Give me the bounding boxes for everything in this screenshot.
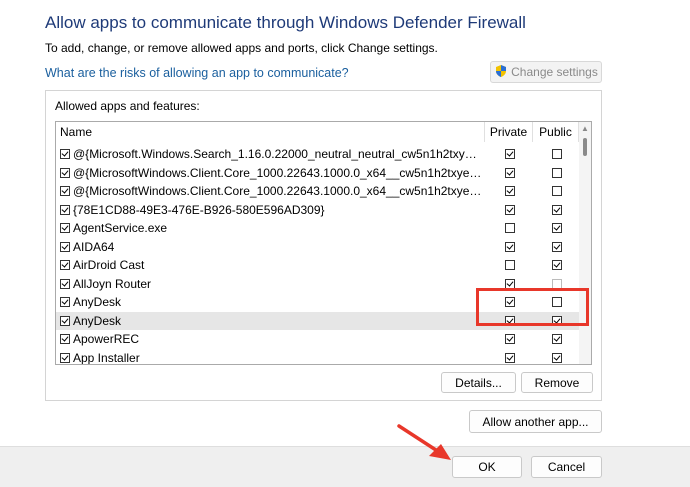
allowed-apps-list[interactable]: Name Private Public @{Microsoft.Windows.… bbox=[55, 121, 592, 365]
table-row[interactable]: @{Microsoft.Windows.Search_1.16.0.22000_… bbox=[56, 145, 579, 164]
private-checkbox[interactable] bbox=[505, 278, 515, 289]
table-row[interactable]: App Installer bbox=[56, 349, 579, 365]
table-row[interactable]: ApowerREC bbox=[56, 330, 579, 349]
enable-checkbox[interactable] bbox=[60, 297, 70, 307]
private-checkbox[interactable] bbox=[505, 260, 515, 270]
list-scrollbar[interactable] bbox=[579, 122, 591, 364]
remove-button[interactable]: Remove bbox=[521, 372, 593, 393]
anydesk-highlight-box bbox=[476, 288, 589, 326]
risks-link[interactable]: What are the risks of allowing an app to… bbox=[45, 66, 349, 80]
app-name: AllJoyn Router bbox=[73, 276, 152, 291]
private-checkbox[interactable] bbox=[505, 352, 515, 363]
app-name: AIDA64 bbox=[73, 239, 115, 254]
table-row[interactable]: AirDroid Cast bbox=[56, 256, 579, 275]
enable-checkbox[interactable] bbox=[60, 149, 70, 159]
app-name: App Installer bbox=[73, 350, 140, 365]
enable-checkbox[interactable] bbox=[60, 186, 70, 196]
enable-checkbox[interactable] bbox=[60, 315, 70, 326]
table-row[interactable]: AgentService.exe bbox=[56, 219, 579, 238]
enable-checkbox[interactable] bbox=[60, 278, 70, 289]
enable-checkbox[interactable] bbox=[60, 260, 70, 270]
enable-checkbox[interactable] bbox=[60, 352, 70, 363]
app-name: AnyDesk bbox=[73, 295, 122, 309]
ok-button[interactable]: OK bbox=[452, 456, 522, 478]
public-checkbox[interactable] bbox=[552, 186, 562, 196]
public-checkbox[interactable] bbox=[552, 204, 562, 215]
scroll-up-icon[interactable]: ▲ bbox=[580, 124, 590, 134]
app-name: AgentService.exe bbox=[73, 221, 168, 235]
enable-checkbox[interactable] bbox=[60, 334, 70, 344]
public-checkbox[interactable] bbox=[552, 334, 562, 344]
enable-checkbox[interactable] bbox=[60, 241, 70, 252]
table-row[interactable]: @{MicrosoftWindows.Client.Core_1000.2264… bbox=[56, 182, 579, 201]
enable-checkbox[interactable] bbox=[60, 204, 70, 215]
change-settings-button[interactable]: Change settings bbox=[490, 61, 602, 83]
uac-shield-icon bbox=[494, 64, 508, 81]
private-checkbox[interactable] bbox=[505, 223, 515, 233]
private-checkbox[interactable] bbox=[505, 204, 515, 215]
app-name: @{MicrosoftWindows.Client.Core_1000.2264… bbox=[73, 165, 483, 180]
private-checkbox[interactable] bbox=[505, 186, 515, 196]
private-checkbox[interactable] bbox=[505, 167, 515, 178]
public-checkbox[interactable] bbox=[552, 149, 562, 159]
private-checkbox[interactable] bbox=[505, 334, 515, 344]
app-name: @{MicrosoftWindows.Client.Core_1000.2264… bbox=[73, 184, 483, 198]
allowed-apps-label: Allowed apps and features: bbox=[55, 99, 200, 113]
table-row[interactable]: {78E1CD88-49E3-476E-B926-580E596AD309} bbox=[56, 201, 579, 220]
column-header-public[interactable]: Public bbox=[533, 122, 579, 142]
private-checkbox[interactable] bbox=[505, 241, 515, 252]
cancel-button[interactable]: Cancel bbox=[531, 456, 602, 478]
enable-checkbox[interactable] bbox=[60, 167, 70, 178]
red-arrow-icon bbox=[397, 424, 451, 460]
column-header-name[interactable]: Name bbox=[56, 122, 485, 142]
public-checkbox[interactable] bbox=[552, 260, 562, 270]
public-checkbox[interactable] bbox=[552, 352, 562, 363]
public-checkbox[interactable] bbox=[552, 278, 562, 289]
details-button[interactable]: Details... bbox=[441, 372, 516, 393]
dialog-subtitle: To add, change, or remove allowed apps a… bbox=[45, 41, 438, 55]
app-name: ApowerREC bbox=[73, 332, 140, 346]
public-checkbox[interactable] bbox=[552, 223, 562, 233]
public-checkbox[interactable] bbox=[552, 241, 562, 252]
app-name: AnyDesk bbox=[73, 313, 122, 328]
app-name: @{Microsoft.Windows.Search_1.16.0.22000_… bbox=[73, 147, 483, 161]
change-settings-label: Change settings bbox=[511, 65, 598, 79]
dialog-title: Allow apps to communicate through Window… bbox=[45, 13, 526, 32]
table-row[interactable]: @{MicrosoftWindows.Client.Core_1000.2264… bbox=[56, 164, 579, 183]
column-header-private[interactable]: Private bbox=[485, 122, 533, 142]
app-name: {78E1CD88-49E3-476E-B926-580E596AD309} bbox=[73, 202, 325, 217]
app-name: AirDroid Cast bbox=[73, 258, 145, 272]
private-checkbox[interactable] bbox=[505, 149, 515, 159]
table-row[interactable]: AIDA64 bbox=[56, 238, 579, 257]
public-checkbox[interactable] bbox=[552, 167, 562, 178]
scroll-thumb[interactable] bbox=[583, 138, 587, 156]
allow-another-app-button[interactable]: Allow another app... bbox=[469, 410, 602, 433]
enable-checkbox[interactable] bbox=[60, 223, 70, 233]
